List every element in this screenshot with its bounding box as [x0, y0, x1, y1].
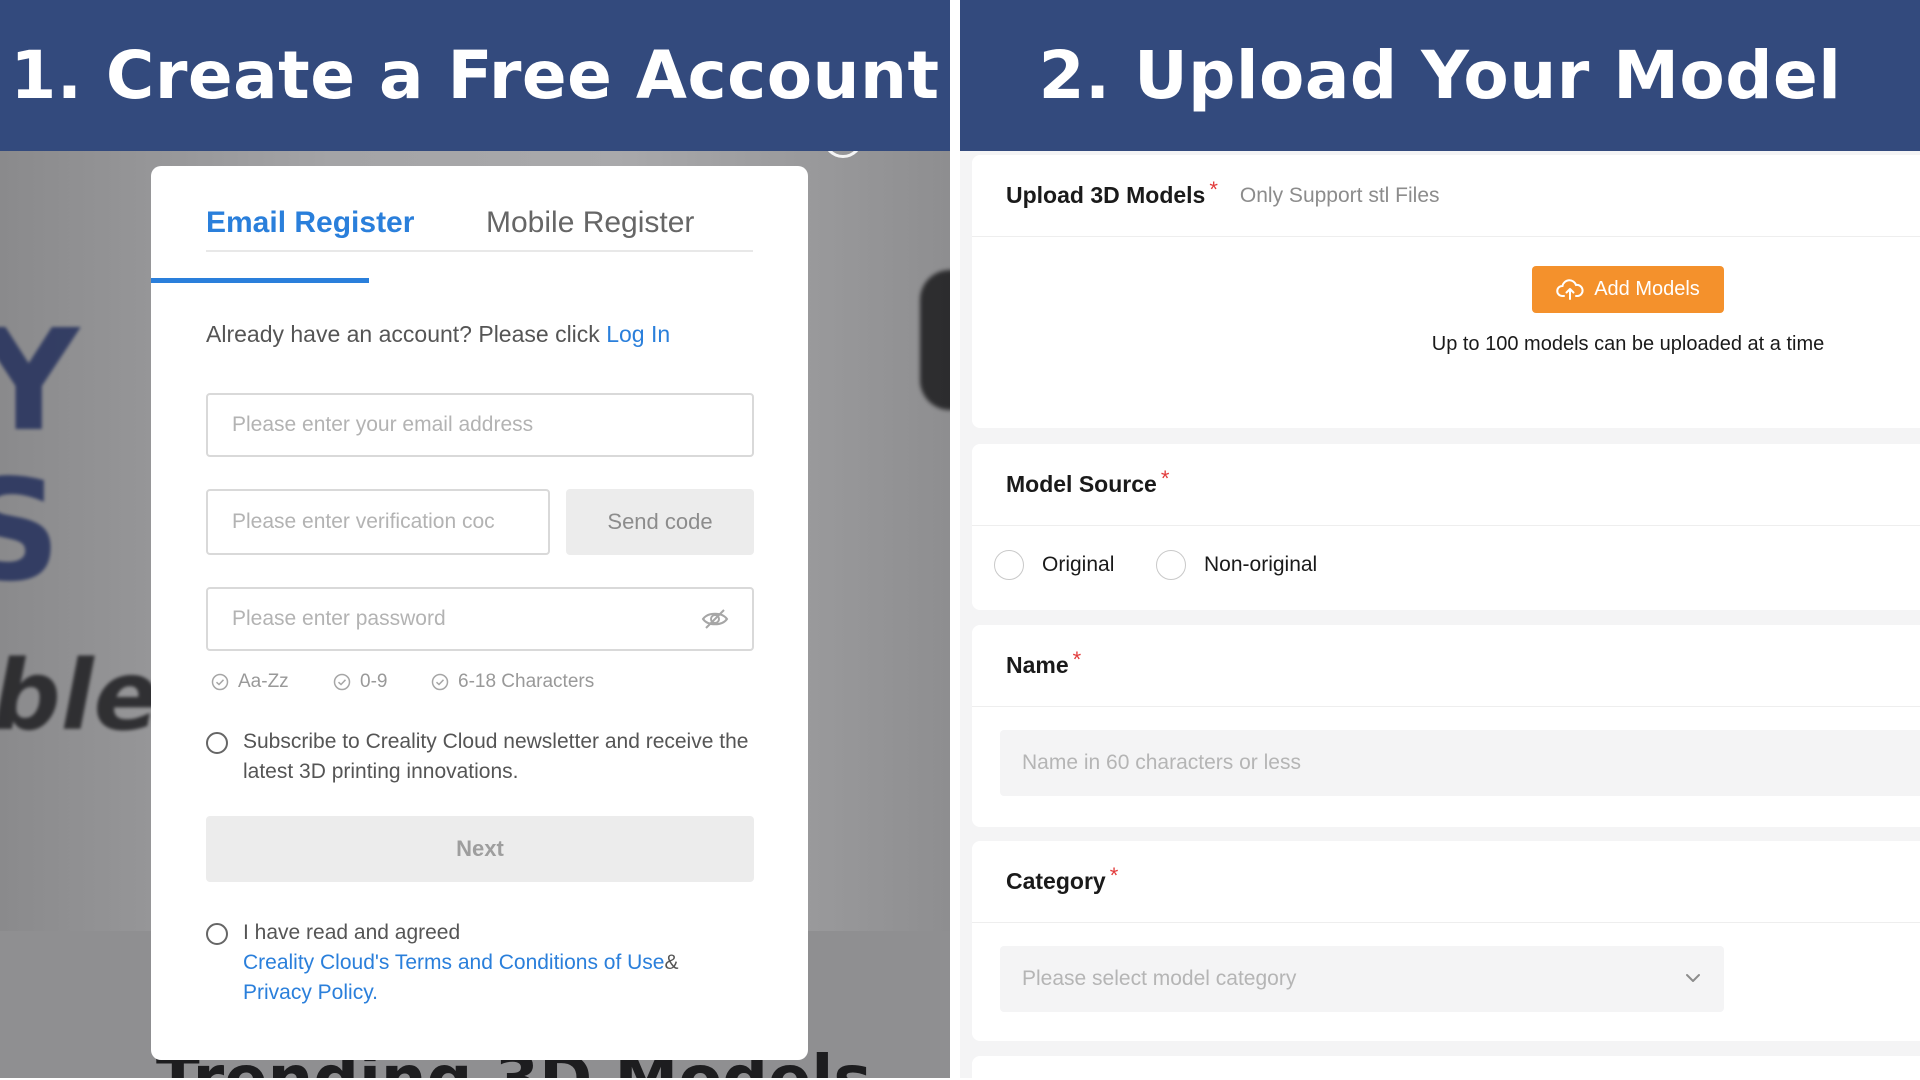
category-placeholder: Please select model category — [1022, 967, 1297, 990]
step-2-banner: 2. Upload Your Model — [960, 0, 1920, 151]
send-code-button[interactable]: Send code — [566, 489, 754, 555]
background-text: Y — [0, 300, 80, 463]
required-mark: * — [1072, 646, 1082, 672]
password-rule-label: Aa-Zz — [238, 671, 289, 692]
password-rule: 6-18 Characters — [431, 671, 594, 693]
background-product-image — [920, 270, 950, 410]
upload-panel: 2. Upload Your Model Upload 3D Models * … — [960, 0, 1920, 1078]
check-circle-icon — [211, 673, 229, 691]
required-mark: * — [1160, 465, 1170, 491]
check-circle-icon — [431, 673, 449, 691]
agree-terms-text: I have read and agreed Creality Cloud's … — [243, 918, 763, 1008]
register-modal: Email Register Mobile Register Already h… — [151, 166, 808, 1060]
register-tabs: Email Register Mobile Register — [206, 206, 753, 252]
section-header: Upload 3D Models * Only Support stl File… — [972, 155, 1920, 237]
section-title: Category — [1006, 868, 1106, 894]
background-text: S — [0, 450, 61, 613]
model-source-section: Model Source * Original Non-original — [972, 444, 1920, 610]
upload-limit-text: Up to 100 models can be uploaded at a ti… — [1431, 333, 1825, 355]
section-title: Name — [1006, 652, 1069, 678]
privacy-policy-link[interactable]: Privacy Policy. — [243, 978, 763, 1008]
check-circle-icon — [333, 673, 351, 691]
next-button[interactable]: Next — [206, 816, 754, 882]
step-1-banner: 1. Create a Free Account — [0, 0, 950, 151]
agree-terms-checkbox[interactable] — [206, 923, 228, 945]
eye-off-icon[interactable] — [700, 604, 730, 634]
section-header: Name * — [972, 625, 1920, 707]
name-section: Name * — [972, 625, 1920, 827]
password-rule: 0-9 — [333, 671, 387, 693]
active-tab-indicator — [151, 278, 369, 283]
section-header: Model Source * — [972, 444, 1920, 526]
upload-models-section: Upload 3D Models * Only Support stl File… — [972, 155, 1920, 428]
subscribe-label: Subscribe to Creality Cloud newsletter a… — [243, 730, 749, 783]
verification-code-field[interactable] — [206, 489, 550, 555]
login-link[interactable]: Log In — [606, 321, 670, 347]
add-models-button[interactable]: Add Models — [1532, 266, 1724, 313]
login-prompt-text: Already have an account? Please click — [206, 321, 600, 347]
required-mark: * — [1109, 862, 1119, 888]
cloud-upload-icon — [1556, 278, 1584, 300]
category-section: Category * Please select model category — [972, 841, 1920, 1041]
tab-email-register[interactable]: Email Register — [206, 206, 414, 240]
agree-label: I have read and agreed — [243, 921, 461, 944]
radio-non-original[interactable]: Non-original — [1156, 550, 1317, 580]
panel-divider — [950, 0, 960, 1080]
section-title: Model Source — [1006, 471, 1157, 497]
subscribe-checkbox[interactable] — [206, 732, 228, 754]
model-name-input[interactable] — [1000, 730, 1920, 796]
required-mark: * — [1209, 176, 1218, 202]
password-field[interactable] — [206, 587, 754, 651]
category-dropdown[interactable]: Please select model category — [1000, 946, 1724, 1012]
background-text: ble — [0, 640, 159, 752]
register-panel: Y S ble Trending 3D Models 1. Create a F… — [0, 0, 950, 1078]
radio-label: Original — [1042, 553, 1115, 576]
password-rules: Aa-Zz 0-9 6-18 Characters — [211, 671, 771, 701]
radio-circle[interactable] — [1156, 550, 1186, 580]
password-rule-label: 0-9 — [360, 671, 388, 692]
radio-label: Non-original — [1204, 553, 1318, 576]
upload-hint: Only Support stl Files — [1239, 183, 1440, 207]
radio-circle[interactable] — [994, 550, 1024, 580]
section-header: Category * — [972, 841, 1920, 923]
terms-link[interactable]: Creality Cloud's Terms and Conditions of… — [243, 951, 664, 974]
password-rule: Aa-Zz — [211, 671, 289, 693]
section-title: Upload 3D Models — [1006, 182, 1206, 208]
password-rule-label: 6-18 Characters — [458, 671, 595, 692]
login-prompt: Already have an account? Please click Lo… — [206, 321, 670, 348]
email-field[interactable] — [206, 393, 754, 457]
tab-mobile-register[interactable]: Mobile Register — [486, 206, 694, 240]
add-models-label: Add Models — [1594, 278, 1700, 300]
chevron-down-icon — [1686, 974, 1700, 982]
ampersand: & — [664, 951, 679, 974]
next-section-card — [972, 1056, 1920, 1078]
radio-original[interactable]: Original — [994, 550, 1114, 580]
